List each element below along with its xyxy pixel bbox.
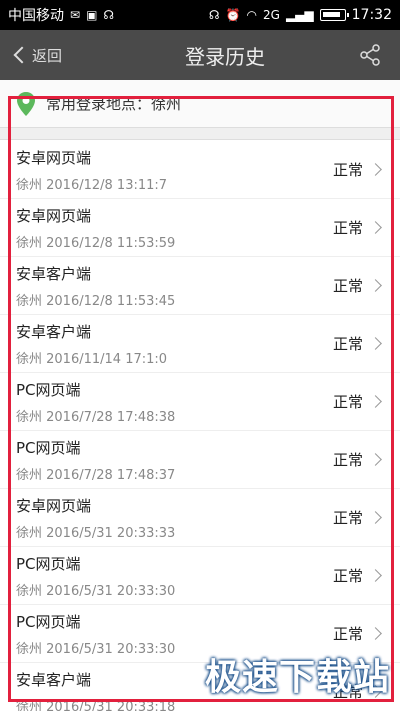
record-meta: 徐州 2016/5/31 20:33:18 bbox=[16, 699, 176, 711]
chevron-right-icon bbox=[369, 627, 382, 640]
record-meta: 徐州 2016/7/28 17:48:37 bbox=[16, 467, 176, 483]
chevron-right-icon bbox=[369, 337, 382, 350]
record-device: PC网页端 bbox=[16, 438, 81, 457]
record-status: 正常 bbox=[332, 625, 363, 643]
chevron-right-icon bbox=[369, 279, 382, 292]
login-record[interactable]: 安卓网页端 徐州 2016/12/8 13:11:7 正常 bbox=[0, 141, 400, 199]
notification-icon: ✉ bbox=[70, 8, 81, 22]
chevron-left-icon bbox=[13, 46, 31, 64]
chevron-right-icon bbox=[369, 569, 382, 582]
clock: 17:32 bbox=[351, 7, 392, 23]
common-location-row: 常用登录地点：徐州 bbox=[0, 80, 400, 128]
chevron-right-icon bbox=[369, 453, 382, 466]
record-meta: 徐州 2016/5/31 20:33:30 bbox=[16, 583, 176, 599]
login-record[interactable]: 安卓客户端 徐州 2016/11/14 17:1:0 正常 bbox=[0, 315, 400, 373]
common-location-text: 常用登录地点：徐州 bbox=[46, 95, 182, 113]
record-status: 正常 bbox=[332, 161, 363, 179]
image-icon: ▣ bbox=[86, 8, 98, 22]
headphones-icon: ☊ bbox=[208, 8, 220, 22]
record-device: PC网页端 bbox=[16, 380, 81, 399]
signal-icon: ▂▄▆ bbox=[285, 8, 314, 22]
chevron-right-icon bbox=[369, 163, 382, 176]
login-record[interactable]: PC网页端 徐州 2016/7/28 17:48:37 正常 bbox=[0, 431, 400, 489]
record-status: 正常 bbox=[332, 335, 363, 353]
record-status: 正常 bbox=[332, 219, 363, 237]
record-status: 正常 bbox=[332, 509, 363, 527]
record-device: PC网页端 bbox=[16, 554, 81, 573]
alarm-icon: ⏰ bbox=[225, 8, 241, 22]
record-status: 正常 bbox=[332, 567, 363, 585]
record-meta: 徐州 2016/12/8 13:11:7 bbox=[16, 177, 168, 193]
record-meta: 徐州 2016/12/8 11:53:59 bbox=[16, 235, 176, 251]
network-type: 2G bbox=[263, 8, 280, 22]
share-button[interactable] bbox=[340, 30, 400, 80]
record-device: 安卓客户端 bbox=[16, 670, 92, 689]
record-device: 安卓网页端 bbox=[16, 496, 92, 515]
record-meta: 徐州 2016/7/28 17:48:38 bbox=[16, 409, 176, 425]
headset-icon: ☊ bbox=[103, 8, 115, 22]
status-bar: 中国移动 ✉ ▣ ☊ ☊ ⏰ ◠ 2G ▂▄▆ 17:32 bbox=[0, 0, 400, 30]
record-device: 安卓客户端 bbox=[16, 322, 92, 341]
watermark: 极速下载站 bbox=[205, 657, 391, 698]
record-device: 安卓网页端 bbox=[16, 148, 92, 167]
login-record[interactable]: 安卓网页端 徐州 2016/12/8 11:53:59 正常 bbox=[0, 199, 400, 257]
login-record[interactable]: PC网页端 徐州 2016/5/31 20:33:30 正常 bbox=[0, 547, 400, 605]
login-record[interactable]: PC网页端 徐州 2016/7/28 17:48:38 正常 bbox=[0, 373, 400, 431]
record-meta: 徐州 2016/11/14 17:1:0 bbox=[16, 351, 168, 367]
chevron-right-icon bbox=[369, 221, 382, 234]
record-status: 正常 bbox=[332, 277, 363, 295]
back-button[interactable]: 返回 bbox=[0, 30, 110, 80]
app-bar: 返回 登录历史 bbox=[0, 30, 400, 80]
login-history-list: 安卓网页端 徐州 2016/12/8 13:11:7 正常 安卓网页端 徐州 2… bbox=[0, 141, 400, 711]
record-device: PC网页端 bbox=[16, 612, 81, 631]
chevron-right-icon bbox=[369, 395, 382, 408]
record-status: 正常 bbox=[332, 451, 363, 469]
share-icon bbox=[360, 44, 380, 66]
record-meta: 徐州 2016/5/31 20:33:33 bbox=[16, 525, 176, 541]
wifi-icon: ◠ bbox=[246, 8, 258, 22]
record-device: 安卓客户端 bbox=[16, 264, 92, 283]
page-title: 登录历史 bbox=[185, 44, 265, 69]
battery-icon bbox=[319, 9, 349, 21]
chevron-right-icon bbox=[369, 511, 382, 524]
carrier-name: 中国移动 bbox=[8, 8, 64, 24]
record-status: 正常 bbox=[332, 393, 363, 411]
login-record[interactable]: 安卓网页端 徐州 2016/5/31 20:33:33 正常 bbox=[0, 489, 400, 547]
record-meta: 徐州 2016/12/8 11:53:45 bbox=[16, 293, 176, 309]
login-record[interactable]: 安卓客户端 徐州 2016/12/8 11:53:45 正常 bbox=[0, 257, 400, 315]
section-divider bbox=[0, 128, 400, 140]
location-pin-icon bbox=[17, 91, 35, 116]
back-label: 返回 bbox=[32, 46, 63, 65]
record-meta: 徐州 2016/5/31 20:33:30 bbox=[16, 641, 176, 657]
record-device: 安卓网页端 bbox=[16, 206, 92, 225]
